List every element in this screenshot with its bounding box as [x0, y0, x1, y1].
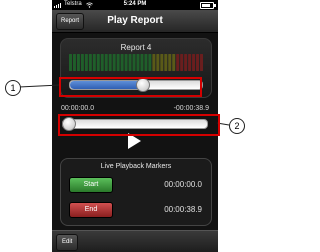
callout-2: 2 [229, 118, 245, 134]
callout-1: 1 [5, 80, 21, 96]
playback-slider-highlight [58, 114, 220, 136]
volume-slider-highlight [59, 77, 202, 97]
